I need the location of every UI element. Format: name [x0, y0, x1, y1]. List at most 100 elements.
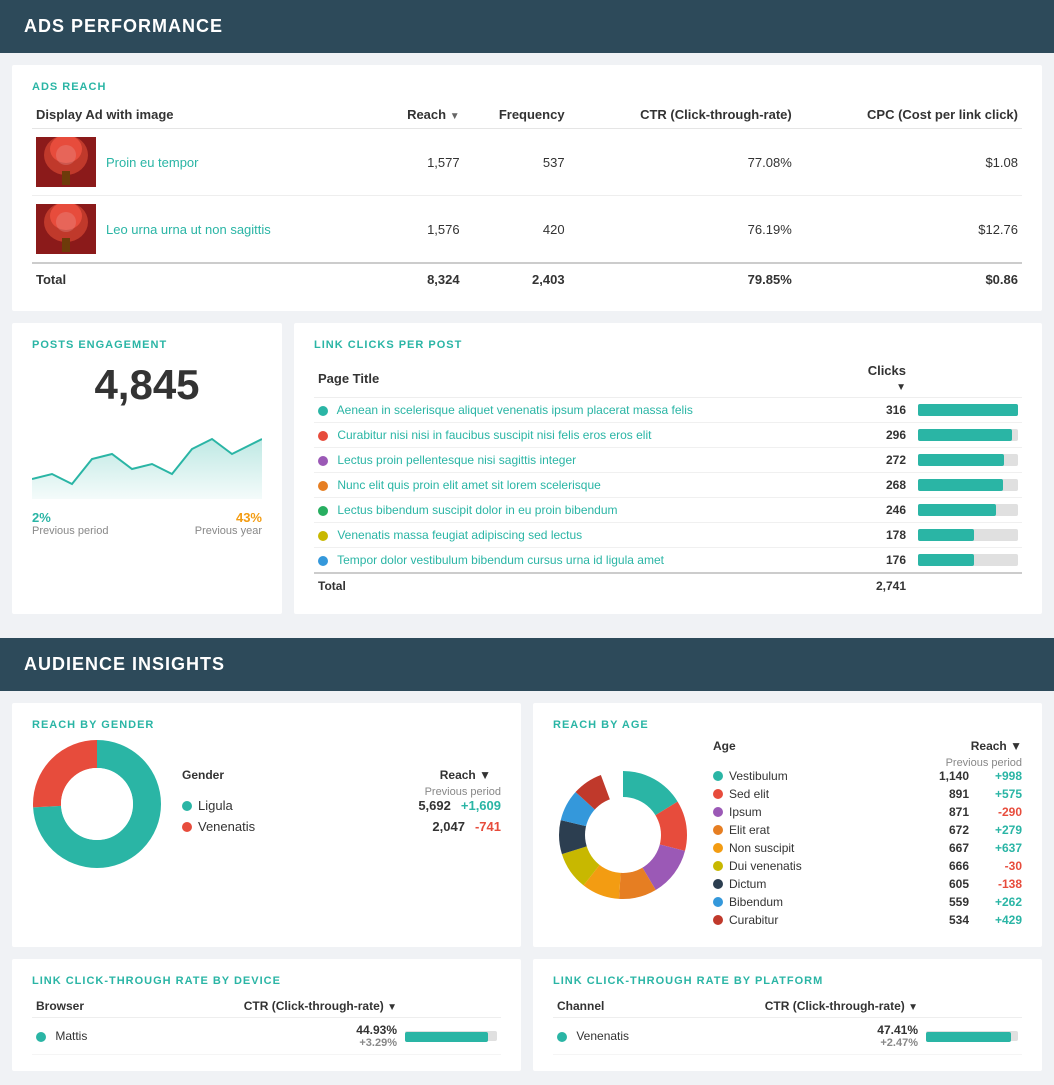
reach-row: REACH BY GENDER Gender Reach ▼ — [12, 703, 1042, 947]
prev-period-row: 2% Previous period 43% Previous year — [32, 510, 262, 537]
list-item: Curabitur nisi nisi in faucibus suscipit… — [314, 423, 1022, 448]
gender-reach-sort[interactable]: ▼ — [479, 768, 491, 782]
lc-bar-cell — [910, 473, 1022, 498]
age-prev: +998 — [977, 769, 1022, 783]
lc-page-title[interactable]: Lectus bibendum suscipit dolor in eu pro… — [337, 503, 617, 517]
lc-bar-cell — [910, 498, 1022, 523]
reach-by-gender-label: REACH BY GENDER — [32, 719, 501, 731]
age-donut-chart — [553, 765, 693, 905]
ad-name[interactable]: Leo urna urna ut non sagittis — [106, 222, 271, 237]
gender-donut-chart — [32, 739, 162, 869]
age-label: Non suscipit — [729, 841, 929, 855]
list-item: Aenean in scelerisque aliquet venenatis … — [314, 398, 1022, 423]
lc-bar-cell — [910, 448, 1022, 473]
device-ctr-sort: ▼ — [387, 1002, 397, 1013]
list-item: Ligula 5,692 +1,609 — [182, 798, 501, 813]
gender-dot — [182, 801, 192, 811]
device-ctr-val: 44.93% +3.29% — [131, 1018, 401, 1055]
lc-col-bar — [910, 359, 1022, 398]
age-dot — [713, 825, 723, 835]
lc-total-row: Total 2,741 — [314, 573, 1022, 598]
col-platform-ctr[interactable]: CTR (Click-through-rate) ▼ — [675, 995, 922, 1018]
link-ctr-platform-card: LINK CLICK-THROUGH RATE BY PLATFORM Chan… — [533, 959, 1042, 1071]
age-dot — [713, 843, 723, 853]
reach-sort-arrow: ▼ — [450, 111, 460, 122]
col-browser: Browser — [32, 995, 131, 1018]
age-prev-period-header: Previous period — [713, 757, 1022, 769]
list-item: Lectus bibendum suscipit dolor in eu pro… — [314, 498, 1022, 523]
ad-name[interactable]: Proin eu tempor — [106, 155, 199, 170]
device-ctr-table: Browser CTR (Click-through-rate) ▼ — [32, 995, 501, 1055]
gender-donut-wrap: Gender Reach ▼ Previous period Ligula 5,… — [32, 739, 501, 869]
lc-page-title[interactable]: Tempor dolor vestibulum bibendum cursus … — [337, 553, 664, 567]
col-reach[interactable]: Reach ▼ — [377, 101, 463, 129]
lc-clicks-val: 268 — [860, 473, 910, 498]
posts-engagement-label: POSTS ENGAGEMENT — [32, 339, 262, 351]
lc-total-label: Total — [314, 573, 860, 598]
age-prev: +262 — [977, 895, 1022, 909]
lc-page-title[interactable]: Venenatis massa feugiat adipiscing sed l… — [337, 528, 582, 542]
platform-bar — [926, 1032, 1011, 1042]
ad-ctr: 76.19% — [569, 196, 796, 264]
age-label: Ipsum — [729, 805, 929, 819]
lc-col-clicks[interactable]: Clicks ▼ — [860, 359, 910, 398]
age-value: 605 — [929, 877, 969, 891]
prev-year-label: Previous year — [195, 525, 262, 537]
list-item: Ipsum 871 -290 — [713, 805, 1022, 819]
page-root: ADS PERFORMANCE ADS REACH Display Ad wit… — [0, 0, 1054, 1071]
ads-performance-section: ADS PERFORMANCE ADS REACH Display Ad wit… — [0, 0, 1054, 614]
link-clicks-label: LINK CLICKS PER POST — [314, 339, 1022, 351]
lc-title-cell: Nunc elit quis proin elit amet sit lorem… — [314, 473, 860, 498]
age-prev: -30 — [977, 859, 1022, 873]
posts-engagement-value: 4,845 — [32, 361, 262, 409]
age-prev: +575 — [977, 787, 1022, 801]
col-device-bar — [401, 995, 501, 1018]
lc-page-title[interactable]: Nunc elit quis proin elit amet sit lorem… — [337, 478, 600, 492]
age-value: 1,140 — [929, 769, 969, 783]
lc-col-title: Page Title — [314, 359, 860, 398]
col-device-ctr[interactable]: CTR (Click-through-rate) ▼ — [131, 995, 401, 1018]
ctr-row: LINK CLICK-THROUGH RATE BY DEVICE Browse… — [12, 959, 1042, 1071]
lc-page-title[interactable]: Curabitur nisi nisi in faucibus suscipit… — [337, 428, 651, 442]
reach-by-age-card: REACH BY AGE — [533, 703, 1042, 947]
gender-prev: +1,609 — [461, 798, 501, 813]
link-ctr-device-label: LINK CLICK-THROUGH RATE BY DEVICE — [32, 975, 501, 987]
age-reach-sort[interactable]: ▼ — [1010, 739, 1022, 753]
ads-total-row: Total 8,324 2,403 79.85% $0.86 — [32, 263, 1022, 295]
browser-label: Mattis — [55, 1029, 87, 1043]
age-dot — [713, 807, 723, 817]
link-ctr-platform-label: LINK CLICK-THROUGH RATE BY PLATFORM — [553, 975, 1022, 987]
lc-dot — [318, 456, 328, 466]
list-item: Tempor dolor vestibulum bibendum cursus … — [314, 548, 1022, 574]
list-item: Non suscipit 667 +637 — [713, 841, 1022, 855]
link-clicks-card: LINK CLICKS PER POST Page Title Clicks ▼ — [294, 323, 1042, 614]
total-label: Total — [32, 263, 377, 295]
prev-period-label: Previous period — [32, 525, 108, 537]
age-dot — [713, 861, 723, 871]
list-item: Elit erat 672 +279 — [713, 823, 1022, 837]
gender-prev: -741 — [475, 819, 501, 834]
age-prev: -290 — [977, 805, 1022, 819]
posts-engagement-card: POSTS ENGAGEMENT 4,845 2% Prev — [12, 323, 282, 614]
ads-performance-header: ADS PERFORMANCE — [0, 0, 1054, 53]
audience-insights-section: AUDIENCE INSIGHTS REACH BY GENDER Gender — [0, 638, 1054, 1071]
lc-page-title[interactable]: Lectus proin pellentesque nisi sagittis … — [337, 453, 576, 467]
lc-dot — [318, 531, 328, 541]
platform-bar-cell — [922, 1018, 1022, 1055]
age-dot — [713, 915, 723, 925]
age-value: 559 — [929, 895, 969, 909]
total-ctr: 79.85% — [569, 263, 796, 295]
lc-page-title[interactable]: Aenean in scelerisque aliquet venenatis … — [337, 403, 693, 417]
lc-bar-cell — [910, 423, 1022, 448]
age-label: Sed elit — [729, 787, 929, 801]
ad-cpc: $1.08 — [796, 129, 1022, 196]
lc-title-cell: Venenatis massa feugiat adipiscing sed l… — [314, 523, 860, 548]
ads-reach-table: Display Ad with image Reach ▼ Frequency … — [32, 101, 1022, 295]
engagement-clicks-row: POSTS ENGAGEMENT 4,845 2% Prev — [12, 323, 1042, 614]
age-label: Dictum — [729, 877, 929, 891]
ads-reach-card: ADS REACH Display Ad with image Reach ▼ … — [12, 65, 1042, 311]
col-frequency: Frequency — [464, 101, 569, 129]
ad-cpc: $12.76 — [796, 196, 1022, 264]
col-cpc: CPC (Cost per link click) — [796, 101, 1022, 129]
total-reach: 8,324 — [377, 263, 463, 295]
